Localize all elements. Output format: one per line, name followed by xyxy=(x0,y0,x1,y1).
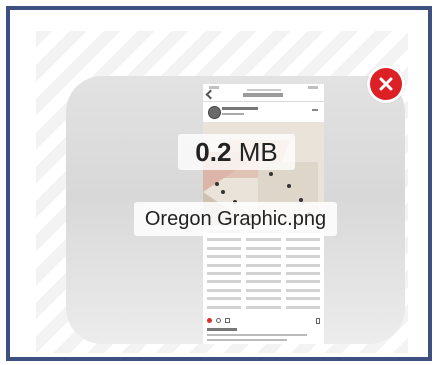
file-dropzone[interactable]: 0.2 MB Oregon Graphic.png xyxy=(36,31,408,353)
upload-panel: 0.2 MB Oregon Graphic.png xyxy=(6,6,432,361)
file-size-value: 0.2 xyxy=(195,137,232,167)
comment-icon xyxy=(216,318,221,323)
file-size-label: 0.2 MB xyxy=(178,134,295,170)
file-size-unit: MB xyxy=(238,137,278,167)
close-circle-icon xyxy=(379,77,393,91)
share-icon xyxy=(225,318,230,323)
back-arrow-icon xyxy=(205,89,216,100)
bookmark-icon xyxy=(316,318,320,324)
file-name-label: Oregon Graphic.png xyxy=(134,202,337,236)
heart-icon xyxy=(207,318,212,323)
file-preview-card: 0.2 MB Oregon Graphic.png xyxy=(66,76,405,344)
remove-file-button[interactable] xyxy=(367,65,405,103)
avatar xyxy=(208,106,221,119)
more-icon xyxy=(312,109,318,111)
